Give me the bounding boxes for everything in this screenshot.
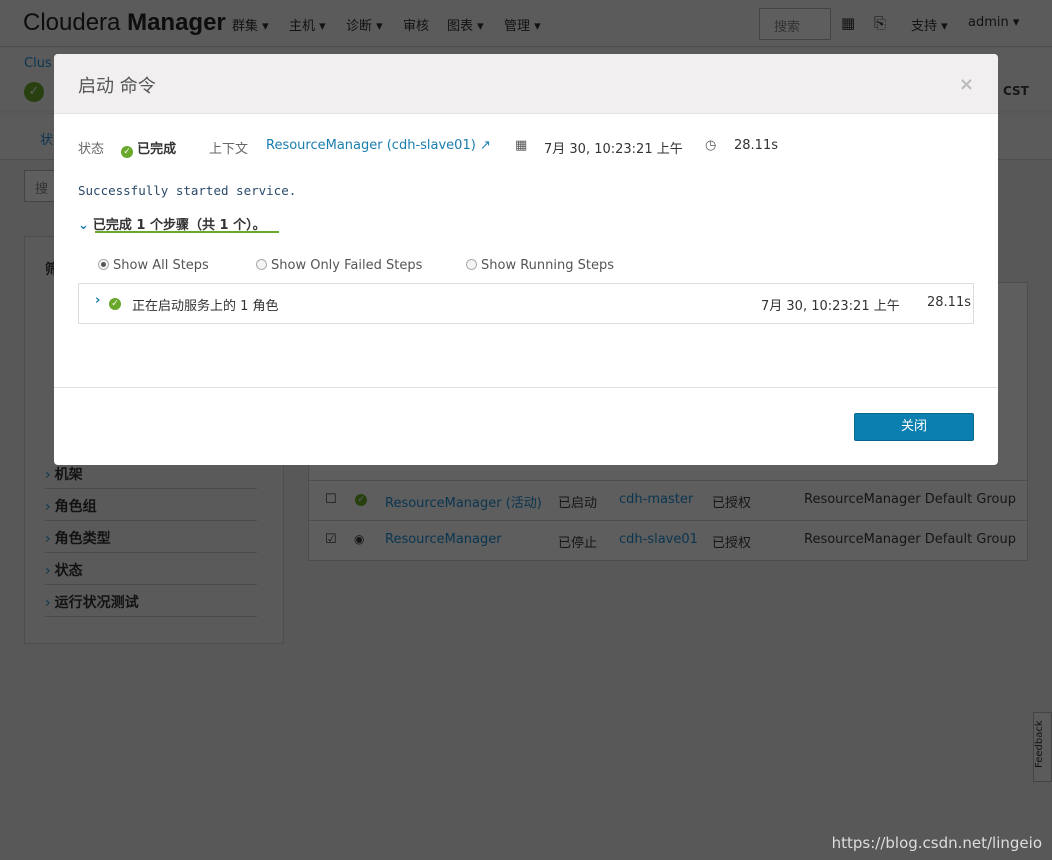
status-text: 已完成 — [137, 142, 177, 157]
filter-role-group[interactable]: › 角色组 — [45, 489, 257, 521]
radio-show-failed-steps[interactable]: Show Only Failed Steps — [256, 258, 422, 273]
chevron-right-icon[interactable]: › — [95, 293, 100, 308]
close-icon[interactable]: × — [959, 74, 974, 95]
filter-role-type[interactable]: › 角色类型 — [45, 521, 257, 553]
filter-health-tests[interactable]: › 运行状况测试 — [45, 585, 257, 617]
role-link[interactable]: ResourceManager — [385, 532, 502, 547]
check-circle-icon: ✓ — [109, 298, 121, 310]
chevron-right-icon: › — [45, 499, 51, 515]
status-good-icon: ✓ — [355, 494, 367, 506]
filter-label: 机架 — [54, 467, 83, 483]
chevron-down-icon: ⌄ — [78, 218, 89, 233]
logo-text: Cloudera — [23, 9, 121, 36]
result-message: Successfully started service. — [78, 183, 297, 198]
menu-charts[interactable]: 图表 ▾ — [447, 15, 484, 34]
close-button[interactable]: 关闭 — [854, 413, 974, 441]
tasks-icon[interactable]: ⎘ — [874, 14, 886, 32]
steps-toggle[interactable]: ⌄ 已完成 1 个步骤（共 1 个）。 — [78, 214, 279, 233]
radio-show-all-steps[interactable]: Show All Steps — [98, 258, 209, 273]
step-label: 正在启动服务上的 1 角色 — [132, 299, 279, 314]
cluster-breadcrumb[interactable]: Clus — [24, 56, 52, 71]
row-checkbox[interactable]: ☐ — [325, 492, 337, 507]
gift-icon[interactable]: ▦ — [841, 14, 855, 32]
radio-label: Show All Steps — [113, 258, 209, 273]
radio-label: Show Only Failed Steps — [271, 258, 423, 273]
menu-clusters[interactable]: 群集 ▾ — [232, 15, 269, 34]
filter-status[interactable]: › 状态 — [45, 553, 257, 585]
radio-label: Show Running Steps — [481, 258, 614, 273]
watermark: https://blog.csdn.net/lingeio — [831, 834, 1042, 852]
context-text: ResourceManager (cdh-slave01) — [266, 138, 476, 153]
role-state: 已停止 — [558, 536, 598, 551]
logo-text-bold: Manager — [127, 9, 226, 36]
chevron-right-icon: › — [45, 595, 51, 611]
support-menu[interactable]: 支持 ▾ — [911, 15, 948, 34]
external-link-icon: ↗ — [479, 138, 491, 153]
top-nav: Cloudera Manager 群集 ▾ 主机 ▾ 诊断 ▾ 审核 图表 ▾ … — [0, 0, 1052, 47]
command-duration: 28.11s — [734, 138, 778, 153]
command-time: 7月 30, 10:23:21 上午 — [544, 142, 683, 157]
calendar-icon: ▦ — [515, 138, 528, 153]
step-row[interactable]: › ✓ 正在启动服务上的 1 角色 7月 30, 10:23:21 上午 28.… — [78, 283, 974, 324]
host-link[interactable]: cdh-master — [619, 492, 693, 507]
filter-label: 状态 — [54, 563, 83, 579]
filter-label: 角色组 — [54, 499, 97, 515]
search-input[interactable]: 搜索 — [759, 8, 831, 40]
role-state: 已启动 — [558, 496, 598, 511]
timezone: CST — [1003, 84, 1029, 98]
step-duration: 28.11s — [927, 295, 971, 310]
table-row[interactable]: ☐ ✓ ResourceManager (活动) 已启动 cdh-master … — [309, 480, 1027, 520]
menu-audits[interactable]: 审核 — [403, 15, 429, 34]
status-value: ✓ 已完成 — [121, 138, 176, 158]
filter-label: 角色类型 — [54, 531, 111, 547]
steps-underline — [95, 231, 279, 233]
radio-show-running-steps[interactable]: Show Running Steps — [466, 258, 614, 273]
feedback-tab[interactable]: Feedback — [1033, 712, 1052, 782]
context-link[interactable]: ResourceManager (cdh-slave01) ↗ — [266, 138, 491, 153]
check-circle-icon: ✓ — [121, 146, 133, 158]
command-modal: 启动 命令 × 状态 ✓ 已完成 上下文 ResourceManager (cd… — [54, 54, 998, 465]
host-link[interactable]: cdh-slave01 — [619, 532, 698, 547]
tab-status[interactable]: 状 — [40, 129, 53, 148]
modal-footer-divider — [54, 387, 998, 388]
filter-label: 运行状况测试 — [54, 595, 139, 611]
modal-title: 启动 命令 — [54, 54, 998, 114]
status-stopped-icon: ◉ — [354, 532, 365, 546]
table-row[interactable]: ☑ ◉ ResourceManager 已停止 cdh-slave01 已授权 … — [309, 520, 1027, 560]
row-checkbox[interactable]: ☑ — [325, 532, 337, 547]
status-label: 状态 — [78, 142, 105, 157]
commission-state: 已授权 — [712, 496, 752, 511]
commission-state: 已授权 — [712, 536, 752, 551]
chevron-right-icon: › — [45, 563, 51, 579]
context-label: 上下文 — [209, 142, 249, 157]
step-time: 7月 30, 10:23:21 上午 — [761, 299, 900, 314]
clock-icon: ◷ — [705, 138, 717, 153]
menu-hosts[interactable]: 主机 ▾ — [289, 15, 326, 34]
role-link[interactable]: ResourceManager (活动) — [385, 492, 542, 511]
role-group: ResourceManager Default Group — [804, 532, 1016, 547]
menu-admin[interactable]: 管理 ▾ — [504, 15, 541, 34]
health-good-icon: ✓ — [24, 82, 44, 102]
menu-diagnostics[interactable]: 诊断 ▾ — [346, 15, 383, 34]
role-group: ResourceManager Default Group — [804, 492, 1016, 507]
logo[interactable]: Cloudera Manager — [23, 9, 226, 37]
chevron-right-icon: › — [45, 467, 51, 483]
user-menu[interactable]: admin ▾ — [968, 15, 1019, 30]
chevron-right-icon: › — [45, 531, 51, 547]
